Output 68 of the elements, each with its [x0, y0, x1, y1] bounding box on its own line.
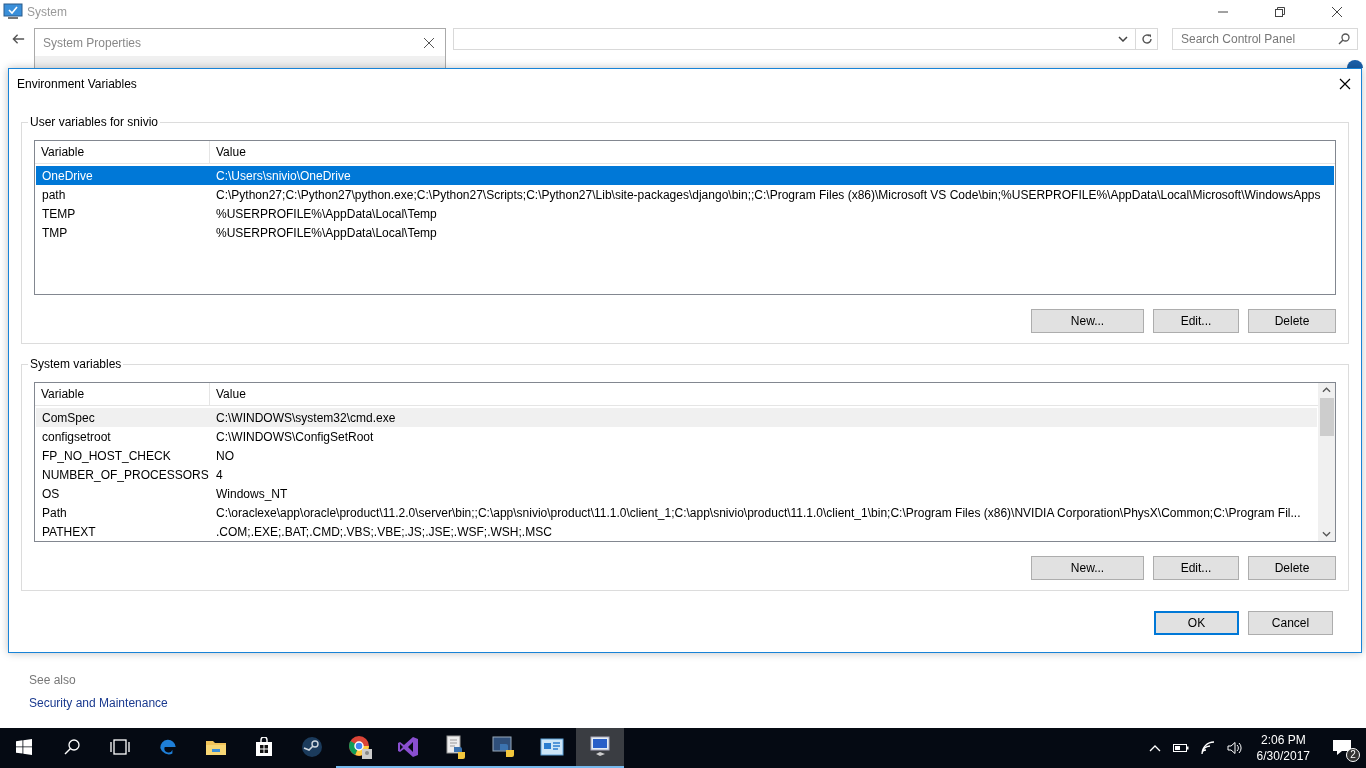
scroll-thumb[interactable]: [1319, 398, 1334, 436]
folder-icon: [205, 738, 227, 756]
computer-icon: [588, 736, 612, 758]
table-row[interactable]: NUMBER_OF_PROCESSORS 4: [36, 465, 1317, 484]
dialog-title: Environment Variables: [17, 77, 137, 91]
battery-icon[interactable]: [1172, 743, 1189, 753]
table-row[interactable]: path C:\Python27;C:\Python27\python.exe;C:\Python27\Scripts;C:\Python27\Lib\site-packages\django\bin;;C:\Program Files (x86)\Microsoft VS Code\bin;%USERPROFILE%\AppData\Local\Microsoft\WindowsApps: [36, 185, 1334, 204]
dialog-button[interactable]: New...: [1031, 556, 1144, 580]
windows-logo-icon: [16, 739, 32, 755]
table-row[interactable]: OneDrive C:\Users\snivio\OneDrive: [36, 166, 1334, 185]
dialog-title: System Properties: [43, 35, 142, 50]
computer-icon: [3, 3, 23, 21]
speaker-icon[interactable]: [1226, 741, 1243, 755]
dialog-button[interactable]: Cancel: [1248, 611, 1333, 635]
help-icon[interactable]: [1347, 60, 1363, 68]
refresh-icon: [1140, 33, 1153, 45]
refresh-button[interactable]: [1136, 28, 1158, 50]
table-row[interactable]: TMP %USERPROFILE%\AppData\Local\Temp: [36, 223, 1334, 242]
close-icon[interactable]: [423, 36, 435, 49]
table-row[interactable]: Path C:\oraclexe\app\oracle\product\11.2.0\server\bin;;C:\app\snivio\product\11.1.0\client_1;C:\app\snivio\product\11.1.0\client_1\bin;C:\Program Files (x86)\NVIDIA Corporation\PhysX\Common;C:\Program Fil...: [36, 503, 1317, 522]
search-icon: [1338, 33, 1350, 45]
link[interactable]: Security and Maintenance: [29, 696, 168, 710]
chevron-up-icon[interactable]: [1148, 744, 1161, 752]
scroll-down-icon[interactable]: [1322, 531, 1331, 537]
close-icon[interactable]: [1339, 78, 1351, 90]
variables-list[interactable]: [34, 140, 1336, 295]
close-icon[interactable]: [1331, 6, 1343, 18]
visual-studio-icon: [397, 736, 419, 758]
table-row[interactable]: PATHEXT .COM;.EXE;.BAT;.CMD;.VBS;.VBE;.JS;.JSE;.WSF;.WSH;.MSC: [36, 522, 1317, 541]
python-window-icon: [492, 735, 516, 759]
chevron-down-icon[interactable]: [1118, 36, 1129, 42]
chrome-icon: [348, 735, 372, 759]
back-arrow-icon[interactable]: [12, 33, 26, 45]
group-label: User variables for snivio: [28, 115, 161, 129]
dialog-button[interactable]: OK: [1154, 611, 1239, 635]
search-field[interactable]: Search Control Panel: [1172, 28, 1358, 50]
dialog-button[interactable]: Delete: [1248, 309, 1336, 333]
table-row[interactable]: OS Windows_NT: [36, 484, 1317, 503]
dialog-button[interactable]: New...: [1031, 309, 1144, 333]
dialog-button[interactable]: Delete: [1248, 556, 1336, 580]
table-row[interactable]: FP_NO_HOST_CHECK NO: [36, 446, 1317, 465]
restore-icon[interactable]: [1274, 6, 1286, 18]
table-row[interactable]: ComSpec C:\WINDOWS\system32\cmd.exe: [36, 408, 1317, 427]
search-icon: [64, 739, 80, 755]
table-row[interactable]: TEMP %USERPROFILE%\AppData\Local\Temp: [36, 204, 1334, 223]
task-view-icon: [110, 739, 130, 755]
shopping-bag-icon: [255, 737, 273, 757]
taskbar-button[interactable]: [576, 728, 624, 768]
notification-count: 2: [1346, 748, 1360, 762]
table-row[interactable]: configsetroot C:\WINDOWS\ConfigSetRoot: [36, 427, 1317, 446]
scrollbar[interactable]: [1318, 383, 1335, 541]
column-header[interactable]: Variable: [35, 383, 210, 405]
dialog-button[interactable]: Edit...: [1153, 556, 1239, 580]
wifi-icon[interactable]: [1200, 741, 1215, 755]
column-header[interactable]: Value: [210, 383, 1318, 405]
variables-list[interactable]: [34, 382, 1336, 542]
dialog-button[interactable]: Edit...: [1153, 309, 1239, 333]
notification-icon[interactable]: [1332, 739, 1352, 757]
python-file-icon: [445, 735, 467, 759]
clock[interactable]: 2:06 PM 6/30/2017: [1248, 732, 1318, 764]
column-header[interactable]: Variable: [35, 141, 210, 163]
column-header[interactable]: Value: [210, 141, 1335, 163]
section-heading: See also: [29, 673, 77, 687]
control-panel-icon: [540, 737, 564, 757]
window-title: System: [27, 5, 67, 19]
scroll-up-icon[interactable]: [1322, 387, 1331, 393]
group-label: System variables: [28, 357, 124, 371]
steam-icon: [301, 736, 323, 758]
